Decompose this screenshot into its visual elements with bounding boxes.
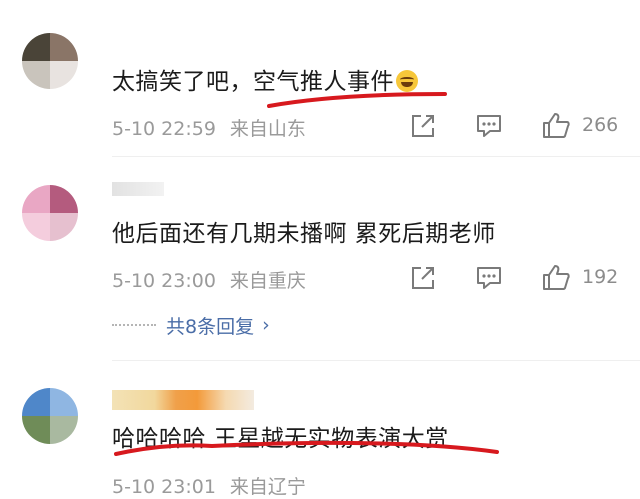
- like-count: 192: [582, 266, 619, 288]
- comment-meta: 5-10 22:59 来自山东: [112, 114, 306, 141]
- comment-meta: 5-10 23:00 来自重庆: [112, 266, 306, 293]
- comment-text: 太搞笑了吧，空气推人事件: [112, 62, 418, 96]
- comment-location: 来自重庆: [229, 270, 306, 292]
- username-blurred[interactable]: [112, 182, 164, 196]
- comment-icon[interactable]: [475, 113, 503, 139]
- replies-count-label: 共8条回复: [166, 315, 255, 338]
- comment-text: 他后面还有几期未播啊 累死后期老师: [112, 221, 496, 247]
- share-icon[interactable]: [410, 113, 436, 139]
- comment-location: 来自辽宁: [229, 476, 306, 498]
- like-icon[interactable]: [541, 263, 571, 291]
- share-icon[interactable]: [410, 265, 436, 291]
- comment-text: 哈哈哈哈 王星越无实物表演大赏: [112, 426, 449, 452]
- comment-location: 来自山东: [229, 118, 306, 140]
- avatar[interactable]: [22, 185, 78, 241]
- laugh-tears-emoji-icon: [396, 70, 418, 92]
- comment-time: 5-10 23:01: [112, 476, 216, 498]
- like-icon[interactable]: [541, 111, 571, 139]
- divider: [112, 156, 640, 157]
- like-count: 266: [582, 114, 619, 136]
- comment-time: 5-10 23:00: [112, 270, 216, 292]
- reply-dots: [112, 324, 156, 326]
- avatar[interactable]: [22, 388, 78, 444]
- chevron-right-icon: ›: [262, 314, 270, 336]
- username-blurred[interactable]: [112, 390, 254, 410]
- comment-meta: 5-10 23:01 来自辽宁: [112, 472, 306, 499]
- comment-time: 5-10 22:59: [112, 118, 216, 140]
- divider: [112, 360, 640, 361]
- avatar[interactable]: [22, 33, 78, 89]
- comment-icon[interactable]: [475, 265, 503, 291]
- view-replies-link[interactable]: 共8条回复 ›: [112, 311, 270, 339]
